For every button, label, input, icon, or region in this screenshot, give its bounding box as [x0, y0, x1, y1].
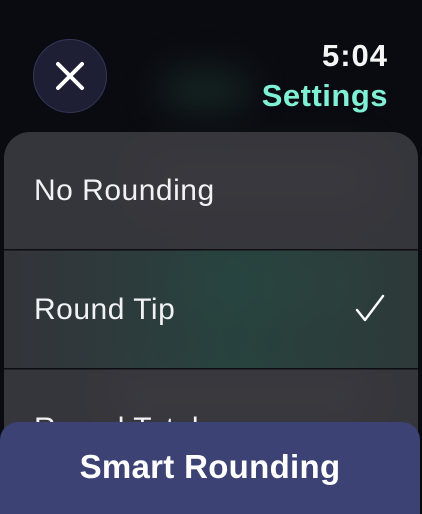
- smart-rounding-label: Smart Rounding: [79, 448, 341, 485]
- close-button[interactable]: [33, 39, 107, 113]
- option-label: Round Tip: [34, 293, 176, 326]
- checkmark-icon: [355, 294, 385, 322]
- close-icon: [56, 62, 84, 90]
- smart-rounding-button[interactable]: Smart Rounding: [0, 422, 420, 514]
- option-round-tip[interactable]: Round Tip: [4, 251, 418, 369]
- option-label: No Rounding: [34, 174, 215, 207]
- background-blur: [160, 70, 250, 110]
- status-time: 5:04: [321, 38, 388, 73]
- option-no-rounding[interactable]: No Rounding: [4, 132, 418, 250]
- page-title: Settings: [261, 78, 388, 113]
